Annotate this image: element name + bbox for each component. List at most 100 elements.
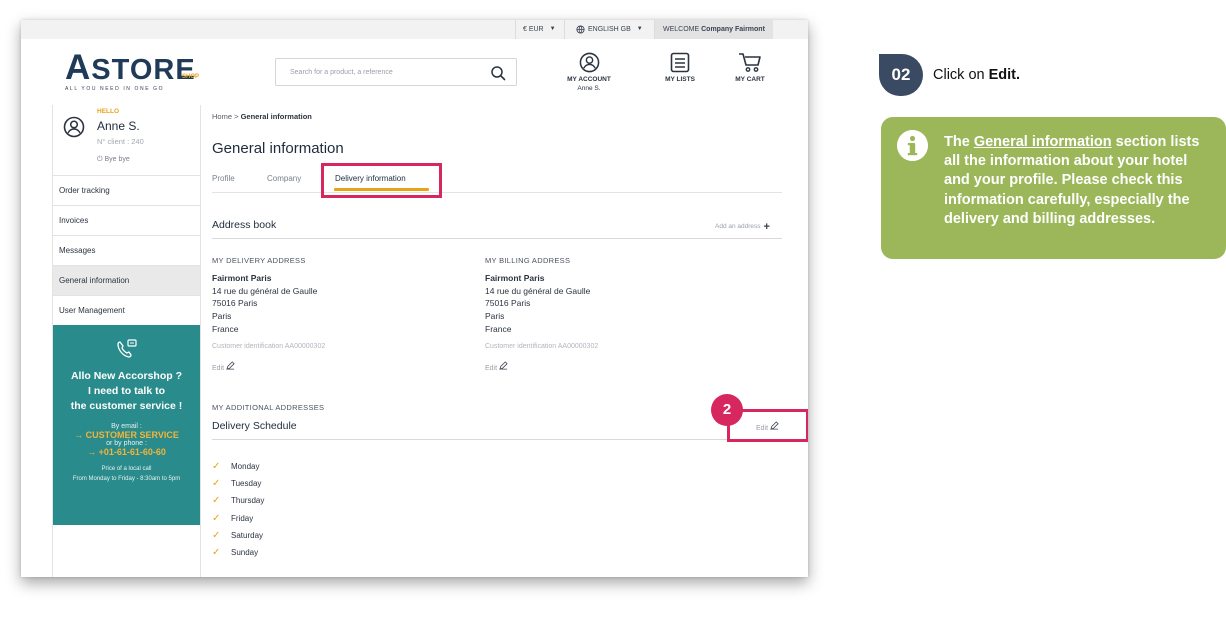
phone-number: +01-61-61-60-60 [98, 447, 166, 457]
sidebar-item-order-tracking[interactable]: Order tracking [53, 175, 200, 205]
tab-company[interactable]: Company [267, 174, 301, 183]
billing-zip: 75016 Paris [485, 298, 531, 309]
tab-divider [212, 192, 782, 193]
astore-logo[interactable]: ASTORE SHOP ALL YOU NEED IN ONE GO [65, 50, 200, 92]
billing-customer-id: Customer identification AA00000302 [485, 342, 599, 350]
tab-highlight-box [321, 163, 442, 198]
customer-service-label: CUSTOMER SERVICE [85, 430, 179, 440]
delivery-schedule-title: Delivery Schedule [212, 420, 297, 432]
sidebar-item-general-information[interactable]: General information [53, 265, 200, 295]
edit-delivery-address-button[interactable]: Edit [212, 360, 325, 376]
logo-word: STORE [91, 54, 196, 86]
day-label: Monday [231, 462, 260, 472]
plus-icon: + [763, 221, 770, 233]
profile-name: Anne S. [97, 119, 140, 133]
search-input[interactable]: Search for a product, a reference [275, 58, 517, 86]
my-lists-label: MY LISTS [665, 76, 695, 83]
note-part-1: The [944, 134, 970, 150]
list-item: ✓ Saturday [212, 527, 264, 544]
my-cart-button[interactable]: MY CART [727, 52, 773, 83]
power-icon: ⏻ [97, 156, 103, 163]
sidebar-item-user-management[interactable]: User Management [53, 295, 200, 325]
address-book-title: Address book [212, 219, 277, 231]
chevron-down-icon: ▼ [636, 26, 643, 32]
tab-profile[interactable]: Profile [212, 174, 235, 183]
my-cart-label: MY CART [735, 76, 765, 83]
divider [515, 20, 516, 39]
user-circle-icon [579, 52, 599, 73]
breadcrumb-home[interactable]: Home [212, 112, 232, 121]
arrow-right-icon: → [74, 430, 86, 440]
check-icon: ✓ [212, 495, 221, 507]
phone-link[interactable]: → +01-61-61-60-60 [53, 447, 200, 457]
phone-chat-icon [116, 339, 137, 358]
add-address-button[interactable]: Add an address + [715, 221, 770, 233]
instruction-prefix: Click on [933, 67, 985, 83]
client-number: N° client : 240 [97, 137, 144, 146]
billing-country: France [485, 323, 512, 334]
breadcrumb: Home > General information [212, 112, 312, 121]
list-icon [670, 52, 690, 73]
sidebar-item-invoices[interactable]: Invoices [53, 205, 200, 235]
promo-line-2: I need to talk to [87, 385, 165, 397]
chevron-down-icon: ▼ [549, 26, 556, 32]
price-note: Price of a local call [101, 466, 152, 472]
edit-billing-address-button[interactable]: Edit [485, 360, 598, 376]
account-user: Anne S. [577, 85, 601, 92]
additional-addresses-caption: MY ADDITIONAL ADDRESSES [212, 403, 325, 412]
breadcrumb-separator: > [234, 112, 239, 121]
currency-selector[interactable]: € EUR ▼ [523, 20, 556, 39]
info-icon [897, 130, 928, 161]
arrow-right-icon: → [87, 447, 99, 457]
billing-address-card: MY BILLING ADDRESS Fairmont Paris 14 rue… [485, 255, 598, 375]
top-bar: € EUR ▼ ENGLISH GB ▼ WELCOME Company Fai… [21, 20, 808, 39]
delivery-address-caption: MY DELIVERY ADDRESS [212, 256, 306, 265]
instruction-action: Edit. [988, 67, 1021, 83]
delivery-name: Fairmont Paris [212, 272, 272, 283]
day-label: Tuesday [231, 479, 262, 489]
search-placeholder: Search for a product, a reference [290, 69, 393, 76]
pencil-icon [499, 360, 508, 370]
note-link: General information [973, 134, 1112, 150]
step-number-badge: 02 [879, 54, 923, 96]
delivery-street: 14 rue du général de Gaulle [212, 285, 318, 296]
billing-street: 14 rue du général de Gaulle [485, 285, 591, 296]
day-label: Saturday [231, 530, 264, 540]
check-icon: ✓ [212, 478, 221, 490]
currency-label: € EUR [523, 26, 544, 33]
check-icon: ✓ [212, 529, 221, 541]
cart-icon [739, 53, 761, 72]
sidebar-item-messages[interactable]: Messages [53, 235, 200, 265]
logo-shop: SHOP [182, 74, 200, 80]
check-icon: ✓ [212, 461, 221, 473]
page-title: General information [212, 140, 344, 157]
app-screenshot: € EUR ▼ ENGLISH GB ▼ WELCOME Company Fai… [21, 20, 808, 577]
search-icon[interactable] [490, 65, 506, 81]
check-icon: ✓ [212, 512, 221, 524]
welcome-prefix: WELCOME [663, 26, 700, 33]
info-note: The General information section lists al… [881, 117, 1226, 259]
my-account-button[interactable]: MY ACCOUNT Anne S. [562, 52, 616, 92]
day-label: Sunday [231, 548, 259, 558]
hello-label: HELLO [97, 108, 120, 115]
divider [212, 238, 782, 239]
customer-service-link[interactable]: → CUSTOMER SERVICE [53, 430, 200, 440]
day-label: Friday [231, 513, 254, 523]
list-item: ✓ Friday [212, 510, 264, 527]
by-phone-label: or by phone : [106, 440, 147, 447]
language-label: ENGLISH GB [588, 26, 631, 33]
step-instruction: Click on Edit. [933, 67, 1020, 83]
billing-name: Fairmont Paris [485, 272, 545, 283]
edit-label: Edit [485, 364, 498, 372]
pencil-icon [226, 360, 235, 370]
list-item: ✓ Sunday [212, 544, 264, 561]
logout-link[interactable]: ⏻ Bye bye [97, 156, 130, 164]
step-marker-badge: 2 [711, 394, 743, 426]
language-selector[interactable]: ENGLISH GB ▼ [576, 20, 643, 39]
breadcrumb-current: General information [240, 112, 312, 121]
my-lists-button[interactable]: MY LISTS [656, 52, 704, 83]
globe-icon [576, 25, 585, 34]
list-item: ✓ Thursday [212, 492, 264, 509]
logo-letter: A [65, 48, 92, 87]
logo-tagline: ALL YOU NEED IN ONE GO [65, 86, 165, 92]
